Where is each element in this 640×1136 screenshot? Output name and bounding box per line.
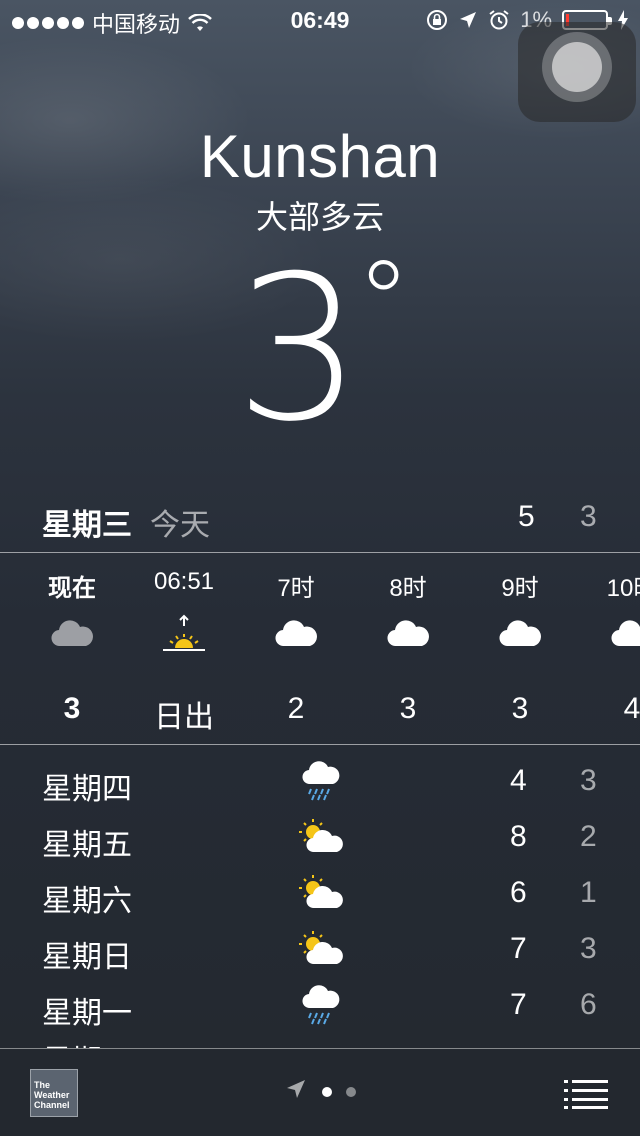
location-arrow-icon [460, 12, 477, 28]
partly-sunny-icon [299, 931, 343, 965]
hour-temp: 3 [399, 692, 417, 725]
daily-low: 1 [580, 876, 597, 909]
daily-high: 6 [510, 876, 527, 909]
daily-low: 2 [580, 820, 597, 853]
weather-channel-logo[interactable]: The Weather Channel [30, 1069, 78, 1117]
partly-sunny-icon [299, 819, 343, 853]
hourly-item: 7时 2 [240, 552, 352, 744]
daily-row: 星期日 7 3 [0, 920, 640, 976]
orientation-lock-icon [427, 10, 448, 30]
hour-temp: 3 [63, 692, 81, 725]
today-label: 今天 [150, 509, 210, 542]
cloud-icon [275, 620, 317, 647]
assistive-touch-button[interactable] [518, 22, 636, 122]
bottom-toolbar: The Weather Channel [0, 1048, 640, 1136]
today-high: 5 [518, 500, 535, 533]
cloud-icon [611, 620, 640, 647]
city-name: Kunshan [199, 123, 441, 190]
hour-temp: 4 [623, 692, 640, 725]
daily-row: 星期四 4 3 [0, 752, 640, 808]
daily-high: 4 [510, 764, 527, 797]
daily-day-name: 星期四 [42, 773, 132, 806]
daily-low: 3 [580, 764, 597, 797]
daily-day-name: 星期日 [42, 941, 132, 974]
hourly-forecast[interactable]: 现在 3 06:51 日出 7时 2 8时 3 9时 3 10时 4 [0, 552, 640, 744]
daily-row: 星期六 6 1 [0, 864, 640, 920]
today-day-name: 星期三 [42, 509, 132, 542]
cloud-icon [499, 620, 541, 647]
hourly-item-sunrise: 06:51 日出 [128, 552, 240, 744]
today-summary-row: 星期三 今天 5 3 [0, 496, 640, 542]
cloud-icon [387, 620, 429, 647]
page-dot [346, 1087, 356, 1097]
weather-condition: 大部多云 [255, 199, 384, 235]
daily-row: 星期一 7 6 [0, 976, 640, 1032]
hour-label: 7时 [277, 575, 315, 602]
current-location-icon[interactable] [284, 1077, 308, 1101]
city-list-icon[interactable] [564, 1079, 608, 1109]
daily-day-name: 星期六 [42, 885, 132, 918]
rain-cloud-icon [302, 761, 340, 801]
divider-middle [0, 744, 640, 745]
daily-low: 6 [580, 988, 597, 1021]
hourly-item: 9时 3 [464, 552, 576, 744]
rain-cloud-icon [302, 985, 340, 1025]
hour-temp: 日出 [154, 701, 214, 734]
daily-row: 星期五 8 2 [0, 808, 640, 864]
today-low: 3 [580, 500, 597, 533]
hourly-item: 8时 3 [352, 552, 464, 744]
daily-high: 8 [510, 820, 527, 853]
daily-forecast-list[interactable]: 星期四 4 3 星期五 8 2 星期六 6 1 星期日 7 3 星期一 7 6 [0, 752, 640, 1032]
degree-symbol: ° [356, 237, 411, 365]
current-temperature: 3° [234, 233, 411, 466]
page-indicator[interactable] [322, 1087, 356, 1097]
hourly-item-now: 现在 3 [16, 552, 128, 744]
partly-sunny-icon [299, 875, 343, 909]
hour-label: 8时 [389, 575, 427, 602]
daily-day-name: 星期一 [42, 997, 132, 1030]
hour-label: 10时 [606, 575, 640, 602]
page-dot-active [322, 1087, 332, 1097]
hour-label: 06:51 [153, 568, 215, 595]
hour-temp: 3 [511, 692, 529, 725]
cloud-icon [51, 620, 93, 647]
daily-low: 3 [580, 932, 597, 965]
sunrise-icon [163, 614, 205, 651]
hour-label: 9时 [501, 575, 539, 602]
daily-high: 7 [510, 932, 527, 965]
hourly-item: 10时 4 [576, 552, 640, 744]
daily-day-name: 星期五 [42, 829, 132, 862]
hour-label: 现在 [48, 575, 96, 602]
hour-temp: 2 [287, 692, 305, 725]
alarm-icon [489, 10, 509, 30]
daily-high: 7 [510, 988, 527, 1021]
